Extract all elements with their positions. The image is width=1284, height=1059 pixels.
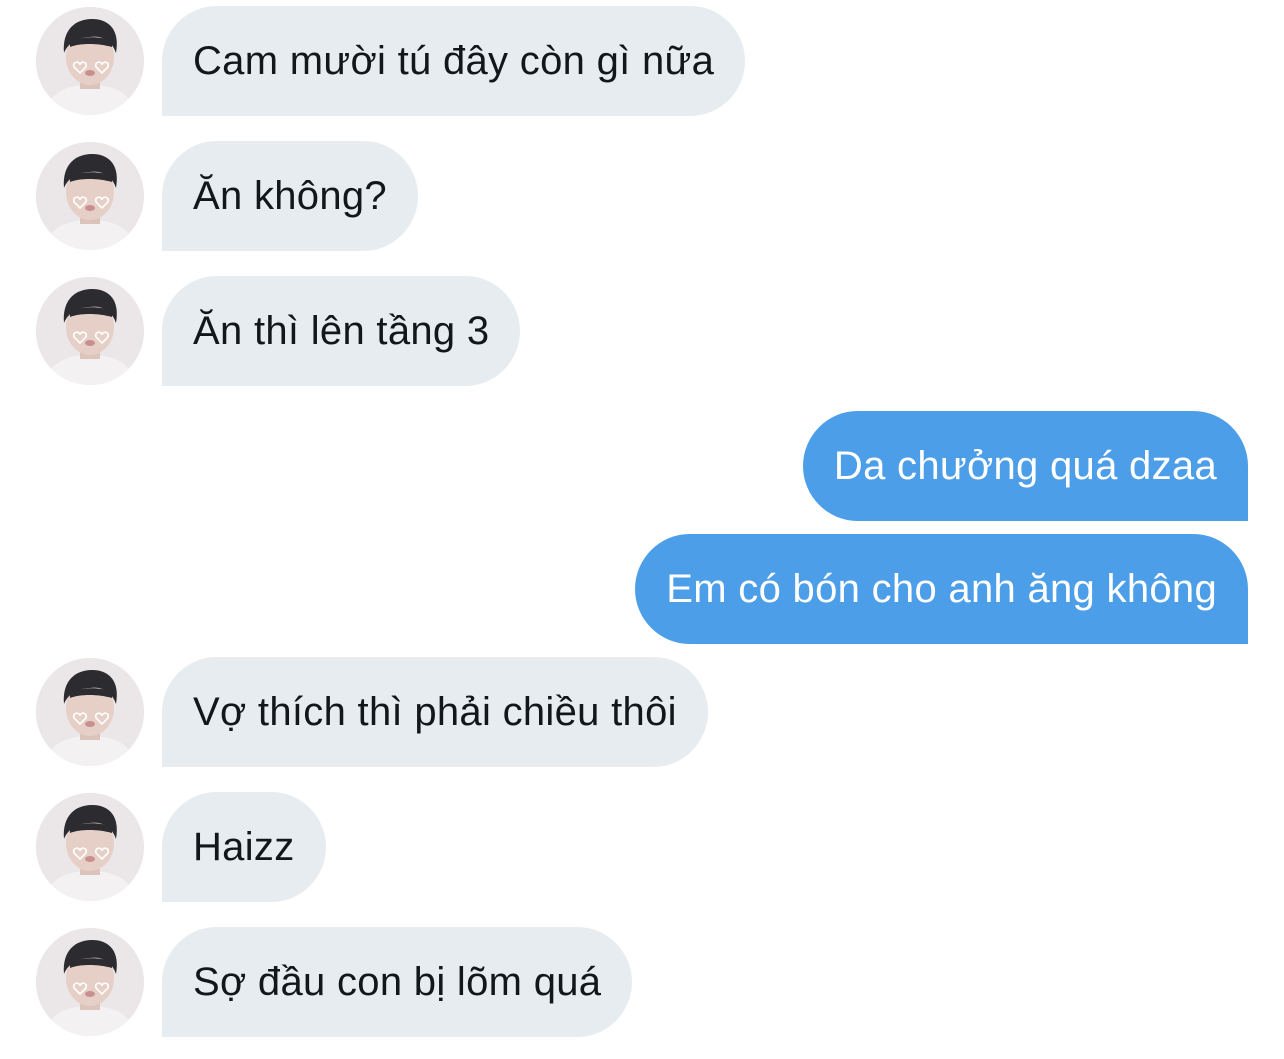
message-row: Sợ đầu con bị lõm quá: [0, 927, 1284, 1037]
conversation-thread: Cam mười tú đây còn gì nữa Ăn không? Ăn …: [0, 0, 1284, 1059]
message-row: Ăn không?: [0, 141, 1284, 251]
message-bubble-incoming[interactable]: Sợ đầu con bị lõm quá: [162, 927, 633, 1037]
avatar-photo-icon: [36, 142, 144, 250]
sender-avatar[interactable]: [36, 277, 144, 385]
sender-avatar[interactable]: [36, 658, 144, 766]
message-bubble-incoming[interactable]: Ăn không?: [162, 141, 418, 251]
message-bubble-incoming[interactable]: Ăn thì lên tầng 3: [162, 276, 521, 386]
message-text: Vợ thích thì phải chiều thôi: [193, 689, 677, 734]
message-text: Ăn thì lên tầng 3: [193, 308, 490, 353]
avatar-photo-icon: [36, 277, 144, 385]
message-row: Ăn thì lên tầng 3: [0, 276, 1284, 386]
message-row: Cam mười tú đây còn gì nữa: [0, 6, 1284, 116]
avatar-photo-icon: [36, 7, 144, 115]
sender-avatar[interactable]: [36, 142, 144, 250]
message-text: Sợ đầu con bị lõm quá: [193, 959, 602, 1004]
avatar-photo-icon: [36, 928, 144, 1036]
message-bubble-outgoing[interactable]: Da chưởng quá dzaa: [802, 411, 1248, 521]
message-bubble-outgoing[interactable]: Em có bón cho anh ăng không: [635, 534, 1248, 644]
message-text: Ăn không?: [193, 173, 387, 218]
message-text: Em có bón cho anh ăng không: [666, 566, 1217, 611]
message-text: Cam mười tú đây còn gì nữa: [193, 38, 715, 83]
message-row: Em có bón cho anh ăng không: [0, 534, 1284, 644]
sender-avatar[interactable]: [36, 928, 144, 1036]
message-bubble-incoming[interactable]: Vợ thích thì phải chiều thôi: [162, 657, 708, 767]
message-row: Haizz: [0, 792, 1284, 902]
sender-avatar[interactable]: [36, 7, 144, 115]
message-bubble-incoming[interactable]: Cam mười tú đây còn gì nữa: [162, 6, 746, 116]
message-bubble-incoming[interactable]: Haizz: [162, 792, 326, 902]
sender-avatar[interactable]: [36, 793, 144, 901]
message-text: Da chưởng quá dzaa: [833, 443, 1217, 488]
message-text: Haizz: [193, 824, 295, 869]
avatar-photo-icon: [36, 793, 144, 901]
message-row: Da chưởng quá dzaa: [0, 411, 1284, 521]
message-row: Vợ thích thì phải chiều thôi: [0, 657, 1284, 767]
avatar-photo-icon: [36, 658, 144, 766]
